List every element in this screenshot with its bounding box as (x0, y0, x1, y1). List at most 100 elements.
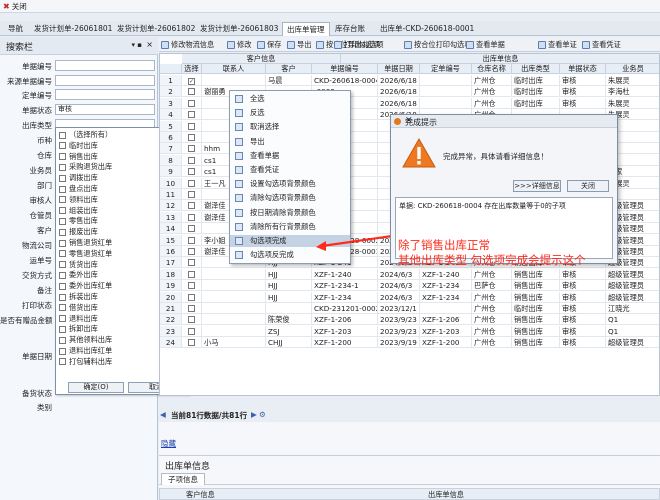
checkbox-icon[interactable] (59, 293, 66, 301)
checkbox-icon[interactable] (188, 282, 195, 290)
type-option[interactable]: 采购退货出库 (59, 162, 112, 172)
checkbox-icon[interactable] (188, 236, 195, 244)
checkbox-icon[interactable] (188, 225, 195, 233)
toolbar-button[interactable]: 保存 (257, 39, 281, 50)
type-option[interactable]: 盘点出库 (59, 184, 98, 194)
type-option[interactable]: 打包辅料出库 (59, 357, 112, 367)
checkbox-icon[interactable] (188, 156, 195, 164)
select-cell[interactable] (182, 109, 202, 121)
type-option[interactable]: 领料出库 (59, 195, 98, 205)
checkbox-icon[interactable] (188, 327, 195, 335)
checkbox-icon[interactable]: ✓ (188, 78, 195, 85)
checkbox-icon[interactable] (59, 174, 66, 182)
context-menu-item[interactable]: 查看凭证 (230, 164, 350, 176)
select-cell[interactable] (182, 325, 202, 337)
checkbox-icon[interactable] (188, 305, 195, 312)
select-cell[interactable] (182, 143, 202, 155)
checkbox-icon[interactable] (59, 347, 66, 355)
type-option[interactable]: 零售退货红单 (59, 249, 112, 259)
dialog-close-button[interactable]: 关闭 (567, 180, 609, 192)
toolbar-button[interactable]: 打印勾选项 (334, 39, 380, 50)
checkbox-icon[interactable] (59, 250, 66, 258)
select-cell[interactable] (182, 189, 202, 200)
type-option[interactable]: 借货出库 (59, 303, 98, 313)
type-option[interactable]: 委外出库 (59, 270, 98, 280)
type-option[interactable]: 赁货出库 (59, 260, 98, 270)
checkbox-icon[interactable] (59, 271, 66, 279)
type-option[interactable]: 销售退货红单 (59, 238, 112, 248)
field-input-0[interactable] (55, 60, 155, 71)
checkbox-icon[interactable] (59, 336, 66, 344)
select-cell[interactable] (182, 337, 202, 349)
hide-link[interactable]: 隐藏 (161, 438, 176, 449)
checkbox-icon[interactable] (188, 270, 195, 278)
column-header-order[interactable]: 定单编号 (420, 64, 472, 74)
column-header-no[interactable]: 单据编号 (312, 64, 378, 74)
select-cell[interactable] (182, 223, 202, 235)
checkbox-icon[interactable] (59, 142, 66, 150)
type-option[interactable]: 调拨出库 (59, 173, 98, 183)
column-header-customer[interactable]: 客户 (266, 64, 312, 74)
select-cell[interactable] (182, 132, 202, 143)
select-cell[interactable] (182, 211, 202, 223)
select-cell[interactable] (182, 154, 202, 166)
column-header-wh[interactable]: 仓库名称 (472, 64, 512, 74)
select-cell[interactable]: ✓ (182, 75, 202, 86)
checkbox-icon[interactable] (188, 293, 195, 301)
select-cell[interactable] (182, 291, 202, 303)
pin-icon[interactable]: ▾ ▪ (132, 41, 142, 49)
page-prev-icon[interactable]: ◀ (160, 410, 166, 419)
checkbox-icon[interactable] (188, 111, 195, 119)
column-header-contact[interactable]: 联系人 (202, 64, 266, 74)
checkbox-icon[interactable] (59, 196, 66, 204)
type-option[interactable]: 退料出库红单 (59, 346, 112, 356)
tab-outbound-management[interactable]: 出库单管理 (282, 22, 330, 36)
context-menu-item[interactable]: 清除勾选项背景颜色 (230, 192, 350, 204)
close-icon[interactable]: × (146, 40, 153, 49)
column-header-status[interactable]: 单据状态 (560, 64, 606, 74)
context-menu-item[interactable]: 按日期清除背景颜色 (230, 207, 350, 219)
context-menu-item[interactable]: 取消选择 (230, 121, 350, 133)
checkbox-icon[interactable] (188, 134, 195, 141)
context-menu-item[interactable]: 设置勾选项背景颜色 (230, 178, 350, 190)
checkbox-icon[interactable] (188, 168, 195, 176)
checkbox-icon[interactable] (59, 163, 66, 171)
tab-nav[interactable]: 导航 (4, 22, 27, 36)
checkbox-icon[interactable] (188, 259, 195, 267)
tab-plan-3[interactable]: 发货计划单-26061803 (196, 22, 282, 36)
checkbox-icon[interactable] (59, 185, 66, 193)
select-cell[interactable] (182, 257, 202, 269)
checkbox-icon[interactable] (188, 179, 195, 187)
context-menu-item[interactable]: 勾选项反完成 (230, 249, 350, 261)
checkbox-icon[interactable] (59, 131, 66, 139)
checkbox-icon[interactable] (59, 304, 66, 312)
select-cell[interactable] (182, 303, 202, 314)
toolbar-button[interactable]: 按合位打印勾选项 (404, 39, 472, 50)
checkbox-icon[interactable] (188, 316, 195, 324)
tab-outbound-doc[interactable]: 出库单-CKD-260618-0001 (376, 22, 478, 36)
select-cell[interactable] (182, 246, 202, 257)
column-header-date[interactable]: 单据日期 (378, 64, 420, 74)
dialog-close-icon[interactable]: ✕ (405, 116, 613, 126)
checkbox-icon[interactable] (59, 217, 66, 225)
checkbox-icon[interactable] (59, 358, 66, 366)
type-option[interactable]: 拆装出库 (59, 292, 98, 302)
toolbar-button[interactable]: 修改 (227, 39, 251, 50)
select-cell[interactable] (182, 86, 202, 98)
toolbar-button[interactable]: 查看单据 (466, 39, 505, 50)
checkbox-icon[interactable] (188, 145, 195, 153)
tab-plan-1[interactable]: 发货计划单-26061801 (30, 22, 116, 36)
checkbox-icon[interactable] (59, 261, 66, 269)
type-option[interactable]: 退料出库 (59, 314, 98, 324)
checkbox-icon[interactable] (188, 202, 195, 210)
toolbar-button[interactable]: 查看单证 (538, 39, 577, 50)
tab-plan-2[interactable]: 发货计划单-26061802 (113, 22, 199, 36)
checkbox-icon[interactable] (59, 325, 66, 333)
type-option[interactable]: 委外出库红单 (59, 281, 112, 291)
field-input-2[interactable] (55, 89, 155, 100)
page-next-icon[interactable]: ▶ ⚙ (251, 410, 266, 419)
checkbox-icon[interactable] (188, 339, 195, 347)
select-cell[interactable] (182, 200, 202, 212)
select-cell[interactable] (182, 314, 202, 326)
checkbox-icon[interactable] (59, 315, 66, 323)
